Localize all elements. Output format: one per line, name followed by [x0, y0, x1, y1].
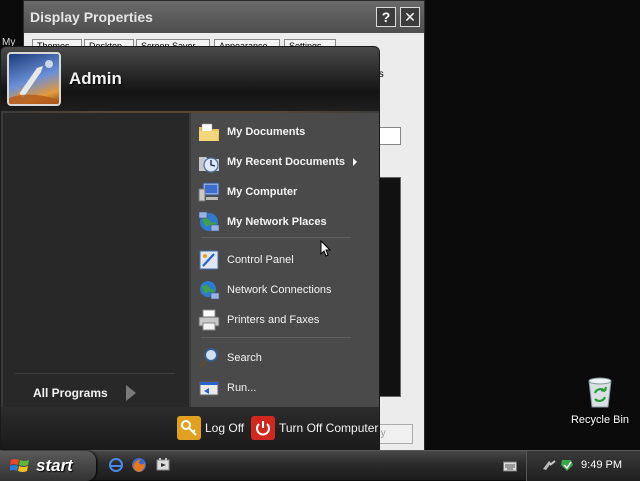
menu-item-label: My Recent Documents [227, 156, 345, 168]
tray-network-icon[interactable] [541, 457, 557, 473]
tray-security-icon[interactable] [559, 457, 575, 473]
pinned-programs-pane: All Programs [3, 113, 189, 409]
all-programs-label: All Programs [33, 386, 108, 400]
recycle-bin[interactable]: Recycle Bin [568, 375, 632, 426]
menu-item-my-computer[interactable]: My Computer [197, 179, 373, 205]
recycle-bin-label: Recycle Bin [570, 414, 630, 426]
user-name: Admin [69, 69, 122, 88]
dialog-title: Display Properties [30, 9, 153, 25]
recent-documents-icon [199, 157, 219, 173]
keyboard-icon[interactable] [503, 460, 517, 472]
documents-folder-icon [199, 123, 219, 141]
menu-item-label: Run... [227, 382, 257, 394]
media-player-icon[interactable] [155, 457, 171, 473]
log-off-button[interactable]: Log Off [177, 415, 244, 441]
power-icon [251, 416, 275, 440]
dialog-titlebar[interactable]: Display Properties ? ✕ [24, 1, 424, 33]
start-button[interactable]: start [0, 451, 96, 481]
all-programs-separator [15, 373, 175, 374]
menu-item-label: My Documents [227, 126, 306, 138]
arrow-right-icon [125, 385, 136, 401]
taskbar: start 9:49 PM [0, 450, 640, 481]
places-pane: My Documents My Recent Documents My Comp… [191, 113, 379, 409]
network-connections-icon [200, 281, 220, 300]
menu-item-run[interactable]: Run... [197, 375, 373, 401]
search-icon [198, 348, 218, 368]
menu-separator [201, 237, 351, 238]
menu-item-label: Search [227, 352, 262, 364]
menu-item-printers-and-faxes[interactable]: Printers and Faxes [197, 307, 373, 333]
menu-item-label: Control Panel [227, 254, 294, 266]
turn-off-computer-button[interactable]: Turn Off Computer [251, 415, 378, 441]
menu-item-my-recent-documents[interactable]: My Recent Documents [197, 149, 373, 175]
menu-item-label: Printers and Faxes [227, 314, 320, 326]
firefox-icon[interactable] [131, 457, 147, 473]
log-off-label: Log Off [205, 421, 245, 435]
user-avatar[interactable] [7, 52, 61, 106]
close-button[interactable]: ✕ [400, 7, 420, 27]
menu-item-control-panel[interactable]: Control Panel [197, 247, 373, 273]
menu-item-my-network-places[interactable]: My Network Places [197, 209, 373, 235]
run-icon [199, 381, 219, 396]
menu-item-label: My Network Places [227, 216, 327, 228]
recycle-bin-icon [588, 377, 612, 408]
start-menu-header: Admin [1, 47, 379, 111]
start-label: start [36, 456, 73, 475]
menu-item-network-connections[interactable]: Network Connections [197, 277, 373, 303]
menu-item-search[interactable]: Search [197, 345, 373, 371]
menu-item-label: My Computer [227, 186, 298, 198]
computer-icon [198, 182, 220, 202]
start-menu-footer: Log Off Turn Off Computer [1, 407, 379, 449]
system-tray: 9:49 PM [526, 451, 640, 481]
all-programs-button[interactable]: All Programs [33, 385, 136, 401]
internet-explorer-icon[interactable] [108, 457, 124, 473]
printer-icon [198, 309, 220, 331]
turn-off-label: Turn Off Computer [279, 421, 379, 435]
menu-separator [201, 337, 351, 338]
network-places-icon [198, 211, 220, 232]
clock[interactable]: 9:49 PM [581, 459, 622, 471]
menu-item-my-documents[interactable]: My Documents [197, 119, 373, 145]
windows-logo-icon [10, 459, 29, 472]
help-button[interactable]: ? [376, 7, 396, 27]
submenu-arrow-icon [352, 158, 357, 166]
mouse-cursor-icon [320, 240, 332, 257]
menu-item-label: Network Connections [227, 284, 332, 296]
control-panel-icon [199, 250, 219, 270]
key-icon [177, 416, 201, 440]
